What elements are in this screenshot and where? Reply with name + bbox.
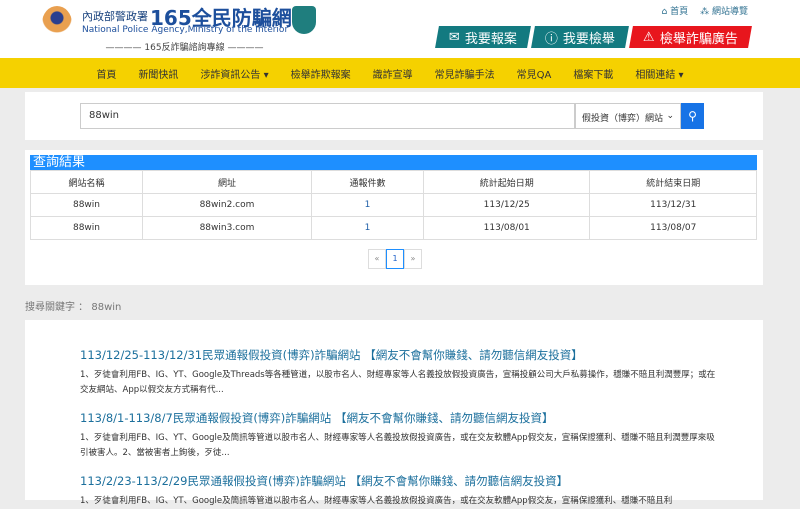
sitemap-link[interactable]: ⁂ 網站導覽 bbox=[700, 4, 748, 17]
article-link[interactable]: 113/2/23-113/2/29民眾通報假投資(博弈)詐騙網站 【網友不會幫你… bbox=[80, 473, 720, 489]
cell: 113/12/25 bbox=[422, 193, 591, 217]
cell: 88win bbox=[29, 193, 144, 217]
list-item: 113/2/23-113/2/29民眾通報假投資(博弈)詐騙網站 【網友不會幫你… bbox=[80, 473, 720, 509]
search-button[interactable]: ⚲ bbox=[681, 103, 704, 129]
nav-item[interactable]: 識詐宣導 bbox=[373, 66, 413, 81]
tagline: ———— 165反詐騙諮詢專線 ———— bbox=[105, 43, 264, 53]
site-header: 內政部警政署 165全民防騙網 National Police Agency,M… bbox=[0, 0, 800, 58]
chevron-down-icon: ⌄ bbox=[666, 111, 674, 121]
column-header: 網址 bbox=[142, 170, 312, 194]
article-link[interactable]: 113/8/1-113/8/7民眾通報假投資(博弈)詐騙網站 【網友不會幫你賺錢… bbox=[80, 410, 720, 426]
list-item: 113/8/1-113/8/7民眾通報假投資(博弈)詐騙網站 【網友不會幫你賺錢… bbox=[80, 410, 720, 461]
article-summary: 1、歹徒會利用FB、IG、YT、Google及簡訊等管道以股市名人、財經專家等人… bbox=[80, 496, 673, 506]
cell: 88win2.com bbox=[142, 193, 312, 217]
page-button[interactable]: 1 bbox=[386, 249, 404, 269]
home-link[interactable]: ⌂ 首頁 bbox=[662, 4, 689, 17]
article-link[interactable]: 113/12/25-113/12/31民眾通報假投資(博弈)詐騙網站 【網友不會… bbox=[80, 347, 720, 363]
column-header: 統計結束日期 bbox=[589, 170, 757, 194]
prev-page-button[interactable]: « bbox=[368, 249, 386, 269]
cell: 88win bbox=[29, 216, 144, 240]
cell: 88win3.com bbox=[142, 216, 312, 240]
table-row: 88win 88win3.com 1 113/08/01 113/08/07 bbox=[29, 216, 757, 240]
table-row: 88win 88win2.com 1 113/12/25 113/12/31 bbox=[29, 193, 757, 217]
nav-item[interactable]: 常見QA bbox=[517, 66, 552, 81]
org-name: 內政部警政署 bbox=[82, 10, 148, 23]
category-select[interactable]: 假投資（博弈）網站 ⌄ bbox=[575, 103, 681, 129]
article-list: 113/12/25-113/12/31民眾通報假投資(博弈)詐騙網站 【網友不會… bbox=[25, 320, 763, 506]
column-header: 通報件數 bbox=[310, 170, 424, 194]
org-english-name: National Police Agency,Ministry of the I… bbox=[82, 25, 289, 35]
column-header: 統計起始日期 bbox=[422, 170, 591, 194]
nav-item[interactable]: 檢舉詐欺報案 bbox=[291, 66, 351, 81]
next-page-button[interactable]: » bbox=[404, 249, 422, 269]
article-summary: 1、歹徒會利用FB、IG、YT、Google及Threads等各種管道，以股市名… bbox=[80, 370, 716, 395]
report-case-button[interactable]: ✉ 我要報案 bbox=[435, 26, 531, 48]
nav-item[interactable]: 首頁 bbox=[96, 66, 116, 81]
search-icon: ⚲ bbox=[688, 109, 697, 123]
shield-lock-icon bbox=[292, 6, 316, 34]
results-table: 網站名稱 網址 通報件數 統計起始日期 統計結束日期 88win 88win2.… bbox=[29, 170, 757, 240]
nav-item[interactable]: 檔案下載 bbox=[573, 66, 613, 81]
envelope-icon: ✉ bbox=[449, 29, 460, 45]
report-scam-ad-button[interactable]: ⚠ 檢舉詐騙廣告 bbox=[629, 26, 752, 48]
nav-item[interactable]: 相關連結 ▾ bbox=[635, 66, 683, 81]
results-title: 查詢結果 bbox=[30, 155, 757, 170]
search-panel: 88win 假投資（博弈）網站 ⌄ ⚲ bbox=[25, 92, 763, 140]
exclamation-icon: ⓘ bbox=[544, 31, 558, 47]
police-emblem-logo[interactable] bbox=[42, 6, 72, 40]
list-item: 113/12/25-113/12/31民眾通報假投資(博弈)詐騙網站 【網友不會… bbox=[80, 347, 720, 398]
column-header: 網站名稱 bbox=[29, 170, 144, 194]
warning-icon: ⚠ bbox=[642, 29, 655, 45]
nav-item[interactable]: 常見詐騙手法 bbox=[435, 66, 495, 81]
main-nav: 首頁 新聞快訊 涉詐資訊公告 ▾ 檢舉詐欺報案 識詐宣導 常見詐騙手法 常見QA… bbox=[0, 58, 800, 88]
search-keyword: 搜尋關鍵字 ： 88win bbox=[25, 302, 122, 313]
cell: 113/08/07 bbox=[589, 216, 757, 240]
nav-item[interactable]: 新聞快訊 bbox=[138, 66, 178, 81]
search-input[interactable]: 88win bbox=[80, 103, 575, 129]
pagination: « 1 » bbox=[368, 249, 422, 269]
nav-item[interactable]: 涉詐資訊公告 ▾ bbox=[200, 66, 268, 81]
report-tip-button[interactable]: ⓘ 我要檢舉 bbox=[530, 26, 629, 48]
cell: 1 bbox=[310, 216, 424, 240]
cell: 113/12/31 bbox=[589, 193, 757, 217]
cell: 1 bbox=[310, 193, 424, 217]
results-panel: 查詢結果 網站名稱 網址 通報件數 統計起始日期 統計結束日期 88win 88… bbox=[25, 150, 763, 285]
cell: 113/08/01 bbox=[422, 216, 591, 240]
article-summary: 1、歹徒會利用FB、IG、YT、Google及簡訊等管道以股市名人、財經專家等人… bbox=[80, 433, 715, 458]
table-header: 網站名稱 網址 通報件數 統計起始日期 統計結束日期 bbox=[29, 170, 757, 194]
